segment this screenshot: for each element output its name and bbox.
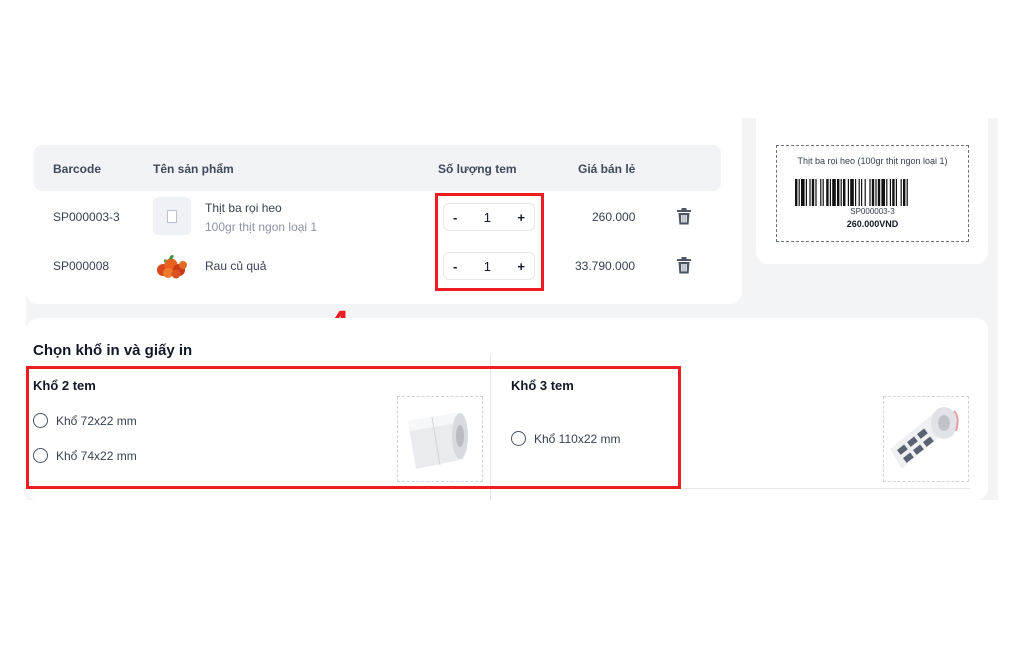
label-roll-3-icon <box>890 407 959 469</box>
row-price: 260.000 <box>592 210 636 224</box>
label-preview-price: 260.000VND <box>846 219 899 229</box>
quantity-highlight-box <box>435 193 544 291</box>
row-price: 33.790.000 <box>575 259 636 273</box>
header-retail-price: Giá bán lẻ <box>578 162 636 176</box>
label-preview-code: SP000003-3 <box>850 207 895 216</box>
header-label-quantity: Số lượng tem <box>438 162 517 176</box>
header-product-name: Tên sản phẩm <box>153 162 234 176</box>
barcode-graphic <box>795 179 908 206</box>
label-preview-product-name: Thịt ba rọi heo (100gr thịt ngon loại 1) <box>797 156 948 166</box>
label-roll-image <box>883 396 969 482</box>
paper-size-highlight-box <box>26 366 681 489</box>
row-product-variant: 100gr thịt ngon loại 1 <box>205 220 318 234</box>
row-product-name: Rau củ quả <box>205 259 267 273</box>
row-barcode: SP000008 <box>53 259 110 273</box>
trash-icon[interactable] <box>676 257 692 274</box>
trash-icon[interactable] <box>676 208 692 225</box>
paper-section-title: Chọn khổ in và giấy in <box>33 342 193 359</box>
row-product-name: Thịt ba rọi heo <box>205 201 282 215</box>
screenshot-stage: Barcode Tên sản phẩm Số lượng tem Giá bá… <box>0 0 1024 647</box>
row-barcode: SP000003-3 <box>53 210 120 224</box>
vegetables-image <box>157 255 187 279</box>
product-thumbnail <box>153 197 191 235</box>
document-placeholder-icon <box>167 209 177 223</box>
header-barcode: Barcode <box>53 162 102 176</box>
